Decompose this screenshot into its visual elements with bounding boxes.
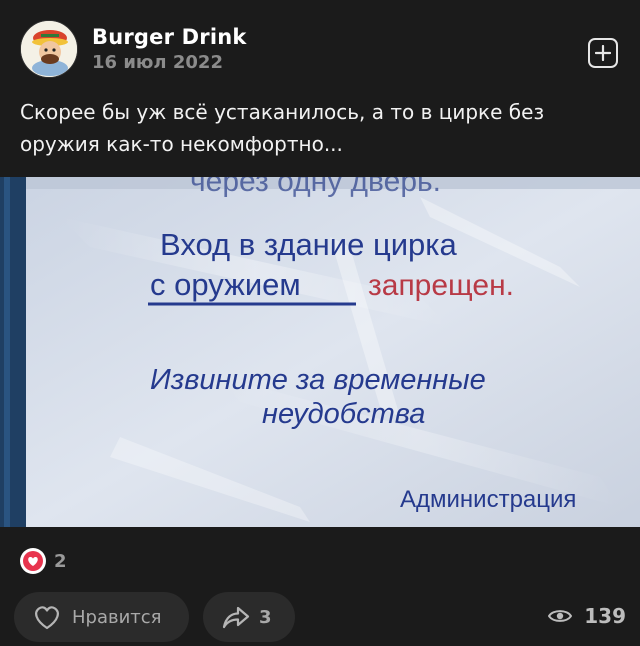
heart-outline-icon [35,606,59,630]
share-arrow-icon [222,606,250,629]
plus-icon [595,45,611,61]
post-image[interactable]: через одну дверь. Вход в здание цирка с … [0,177,640,527]
author-name[interactable]: Burger Drink [92,25,247,49]
sign-line-4: неудобства [262,398,425,430]
like-label: Нравится [72,606,162,628]
post-text: Скорее бы уж всё устаканилось, а то в ци… [20,100,545,156]
share-count: 3 [259,606,272,628]
post-header: Burger Drink 16 июл 2022 [20,20,618,80]
eye-icon [548,610,573,622]
sign-line-2-underlined: с оружием [150,267,301,302]
sign-photo: через одну дверь. Вход в здание цирка с … [0,177,640,527]
sign-top-text: через одну дверь. [190,177,441,198]
add-button[interactable] [588,38,618,68]
reaction-badge [20,548,46,574]
heart-icon [23,551,43,571]
views-count: 139 [584,604,626,628]
reaction-count: 2 [54,550,67,572]
views-counter: 139 [548,604,626,628]
sign-signature: Администрация [400,486,576,513]
sign-line-1: Вход в здание цирка [160,227,458,262]
author-avatar[interactable] [20,20,78,78]
post-date: 16 июл 2022 [92,52,223,73]
sign-line-2-red: запрещен. [368,269,514,302]
sign-line-3: Извините за временные [150,364,486,396]
reaction-summary[interactable]: 2 [20,548,67,574]
action-bar: Нравится 3 139 [14,592,626,646]
like-button[interactable]: Нравится [14,592,189,642]
share-button[interactable]: 3 [203,592,295,642]
avatar-image [21,21,77,77]
